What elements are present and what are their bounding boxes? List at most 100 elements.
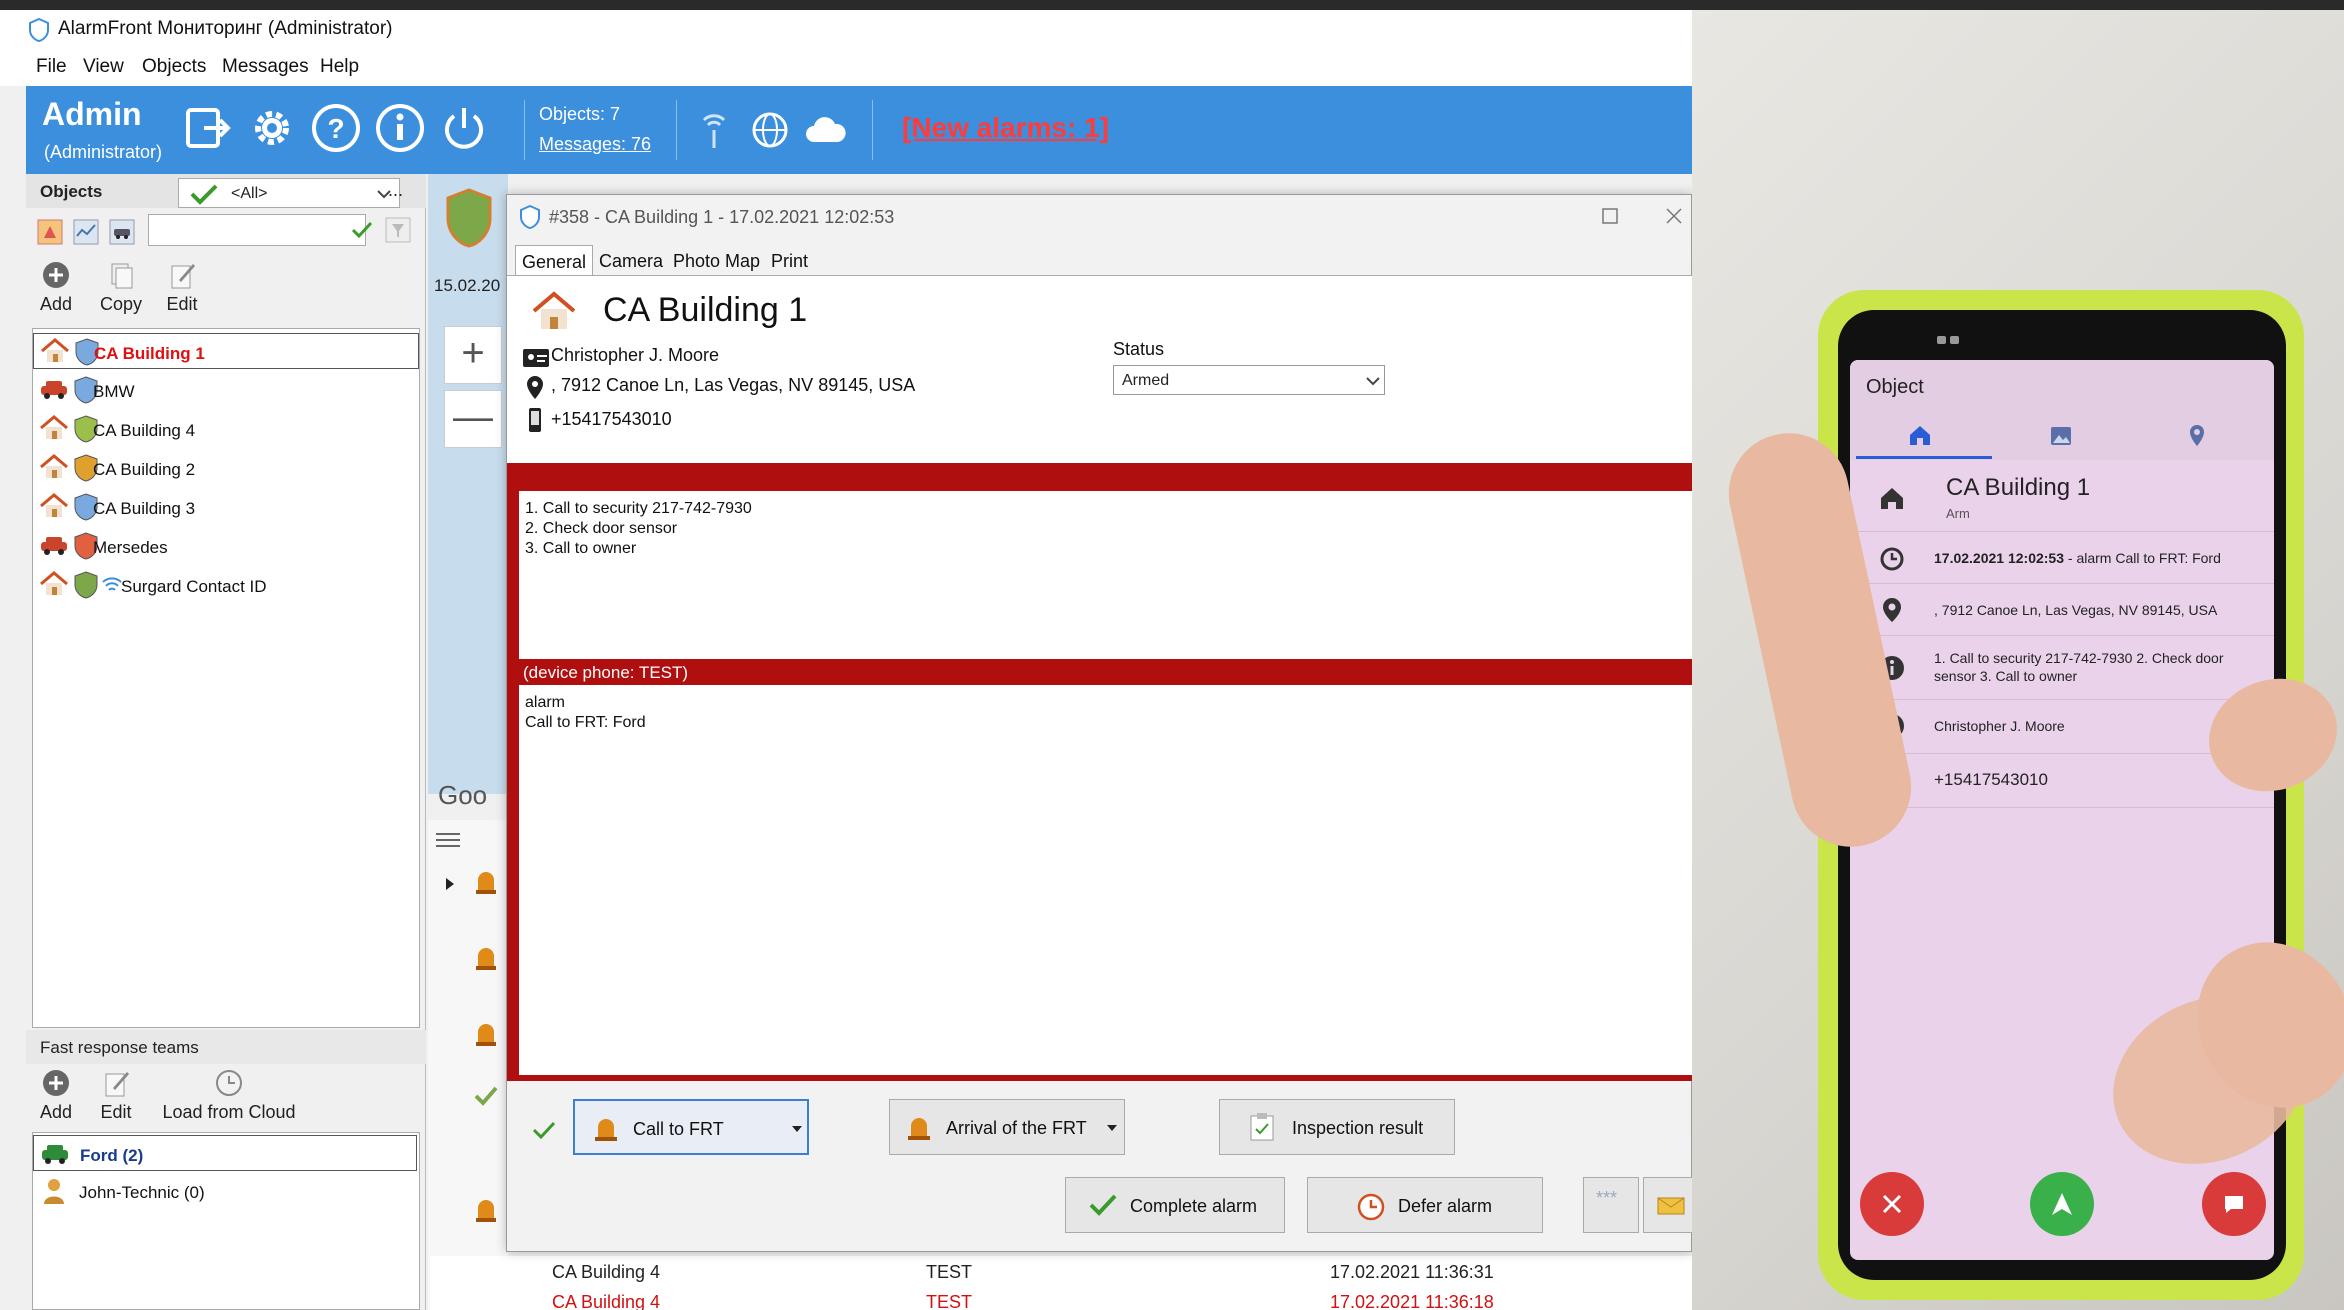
google-logo: Goo	[438, 780, 488, 810]
call-to-frt-label: Call to FRT	[633, 1119, 724, 1139]
load-from-cloud-button[interactable]: Load from Cloud	[154, 1068, 304, 1123]
logout-icon[interactable]	[182, 102, 234, 154]
alarm-message-box: alarm Call to FRT: Ford	[519, 685, 1692, 1075]
dropdown-arrow-icon[interactable]	[1106, 1124, 1118, 1132]
instruction-line: 3. Call to owner	[525, 540, 637, 557]
phone-alarm-row: 17.02.2021 12:02:53 - alarm Call to FRT:…	[1850, 532, 2274, 584]
object-list-item[interactable]: CA Building 4	[33, 411, 419, 447]
phone-number[interactable]: +15417543010	[1934, 770, 2048, 790]
asterisks-icon: ***	[1596, 1188, 1618, 1208]
object-filter-value: <All>	[231, 185, 268, 202]
edit-object-button[interactable]: Edit	[162, 260, 202, 315]
arrival-frt-button[interactable]: Arrival of the FRT	[889, 1099, 1125, 1155]
tab-general[interactable]: General	[515, 245, 594, 275]
phone-navigate-button[interactable]	[2030, 1172, 2094, 1236]
car-icon	[41, 381, 67, 399]
zoom-out-button[interactable]: —	[444, 390, 502, 448]
title-bar: AlarmFront Мониторинг (Administrator)	[0, 10, 1692, 52]
chat-icon	[2225, 1196, 2243, 1213]
info-icon[interactable]	[374, 102, 426, 154]
clear-filter-icon[interactable]	[384, 216, 412, 244]
frt-item-john-technic[interactable]: John-Technic (0)	[33, 1173, 419, 1209]
maximize-icon[interactable]	[1601, 207, 1619, 225]
menu-objects[interactable]: Objects	[142, 56, 206, 78]
new-alarms-link[interactable]: [New alarms: 1]	[902, 112, 1109, 144]
photo-tab-icon[interactable]	[2050, 426, 2072, 446]
object-list-item[interactable]: Surgard Contact ID	[33, 567, 419, 603]
copy-object-button[interactable]: Copy	[96, 260, 146, 315]
check-icon	[474, 1086, 498, 1106]
close-icon[interactable]	[1665, 207, 1683, 225]
car-filter-icon[interactable]	[108, 218, 136, 246]
menu-view[interactable]: View	[83, 56, 124, 78]
row-expand-icon[interactable]	[444, 876, 456, 892]
zoom-in-button[interactable]: +	[444, 326, 502, 384]
frt-item-ford[interactable]: Ford (2)	[33, 1135, 417, 1171]
signal-filter-icon[interactable]	[72, 218, 100, 246]
menu-file[interactable]: File	[36, 56, 67, 78]
edit-frt-button[interactable]: Edit	[96, 1068, 136, 1123]
phone-notes-row: 1. Call to security 217-742-7930 2. Chec…	[1850, 636, 2274, 700]
messages-count-link[interactable]: Messages: 76	[539, 134, 651, 155]
object-list-item[interactable]: CA Building 3	[33, 489, 419, 525]
object-filter-select[interactable]: <All>	[178, 178, 400, 208]
object-list-label: CA Building 1	[94, 344, 205, 363]
settings-gear-icon[interactable]	[246, 102, 298, 154]
object-list-label: CA Building 2	[93, 460, 196, 479]
instruction-line: 2. Check door sensor	[525, 520, 678, 537]
checkmark-icon	[190, 184, 218, 205]
object-list-item[interactable]: CA Building 2	[33, 450, 419, 486]
device-phone-label: (device phone: TEST)	[523, 663, 689, 682]
object-list-label: CA Building 4	[93, 421, 196, 440]
menu-bar: File View Objects Messages Help	[0, 52, 1692, 86]
map-view[interactable]	[428, 174, 508, 794]
help-icon[interactable]: ?	[310, 102, 362, 154]
password-button[interactable]: ***	[1583, 1177, 1639, 1233]
location-pin-icon	[1883, 598, 1901, 622]
menu-messages[interactable]: Messages	[222, 56, 309, 78]
phone-message-button[interactable]	[2202, 1172, 2266, 1236]
alarm-row-object: CA Building 4	[552, 1292, 661, 1310]
tab-map[interactable]: Map	[719, 245, 766, 275]
object-search-input[interactable]	[148, 214, 366, 246]
add-frt-button[interactable]: Add	[36, 1068, 76, 1123]
list-menu-icon[interactable]	[434, 830, 462, 850]
status-select[interactable]: Armed	[1113, 365, 1385, 395]
object-list-item[interactable]: CA Building 1	[33, 333, 419, 369]
object-list-item[interactable]: Mersedes	[33, 528, 419, 564]
shield-logo-icon	[446, 188, 492, 248]
alarm-row[interactable]: CA Building 4 TEST 17.02.2021 11:36:18	[430, 1286, 1692, 1310]
call-to-frt-button[interactable]: Call to FRT	[573, 1099, 809, 1155]
edit-icon	[105, 1072, 129, 1097]
desktop-app-window: AlarmFront Мониторинг (Administrator) Fi…	[0, 0, 1692, 1310]
defer-alarm-button[interactable]: Defer alarm	[1307, 1177, 1543, 1233]
add-object-button[interactable]: Add	[36, 260, 76, 315]
location-tab-icon[interactable]	[2188, 424, 2206, 448]
menu-help[interactable]: Help	[320, 56, 359, 78]
instructions-box: 1. Call to security 217-742-7930 2. Chec…	[519, 491, 1692, 659]
inspection-result-button[interactable]: Inspection result	[1219, 1099, 1455, 1155]
power-icon[interactable]	[438, 102, 490, 154]
home-tab-icon[interactable]	[1908, 424, 1932, 446]
more-button[interactable]: ...	[388, 180, 403, 201]
alarm-row[interactable]: CA Building 4 TEST 17.02.2021 11:36:31	[430, 1256, 1692, 1286]
apply-filter-icon[interactable]	[350, 218, 374, 242]
object-list-item[interactable]: BMW	[33, 372, 419, 408]
complete-alarm-button[interactable]: Complete alarm	[1065, 1177, 1285, 1233]
tab-photo[interactable]: Photo	[667, 245, 726, 275]
tab-camera[interactable]: Camera	[593, 245, 669, 275]
phone-cancel-button[interactable]	[1860, 1172, 1924, 1236]
dropdown-arrow-icon[interactable]	[791, 1125, 803, 1133]
status-value: Armed	[1122, 372, 1170, 389]
phone-icon	[529, 408, 541, 432]
tab-print[interactable]: Print	[765, 245, 814, 275]
contact-name: Christopher J. Moore	[551, 345, 720, 365]
contact-card-icon	[523, 349, 549, 367]
top-screen-edge	[0, 0, 2344, 10]
house-icon	[41, 338, 69, 362]
objects-count: Objects: 7	[539, 104, 621, 124]
alarm-filter-icon[interactable]	[36, 218, 64, 246]
status-label: Status	[1113, 339, 1165, 359]
inspection-result-label: Inspection result	[1292, 1118, 1424, 1138]
message-button[interactable]	[1643, 1177, 1692, 1233]
